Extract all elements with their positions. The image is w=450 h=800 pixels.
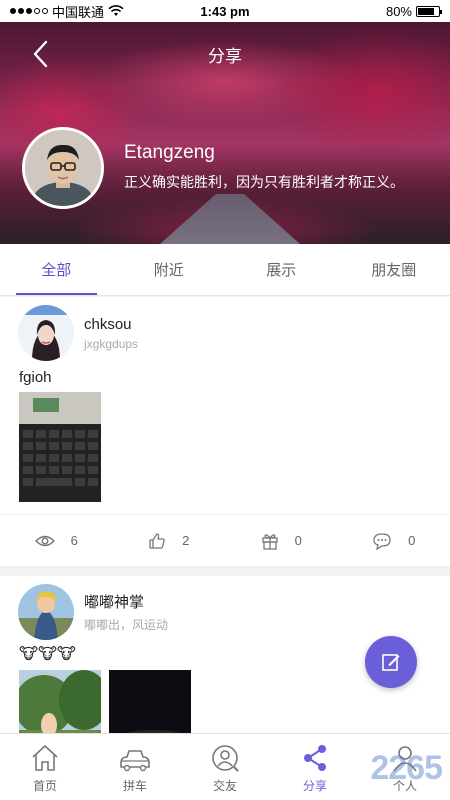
comment-stat[interactable]: 0 <box>338 532 450 550</box>
views-count: 6 <box>70 533 78 548</box>
compose-button[interactable] <box>365 636 417 688</box>
post-image[interactable] <box>19 670 101 733</box>
nav-friends-label: 交友 <box>212 779 237 793</box>
clock: 1:43 pm <box>200 3 250 19</box>
carrier-group: 中国联通 <box>10 2 124 21</box>
friend-search-icon <box>212 745 239 772</box>
wifi-icon <box>108 5 124 16</box>
post-card[interactable]: chksou jxgkgdups fgioh 6 2 0 0 <box>0 297 450 566</box>
author-avatar[interactable] <box>18 584 74 640</box>
gift-icon <box>261 533 278 550</box>
tab-moments[interactable]: 朋友圈 <box>338 244 450 295</box>
profile-motto: 正义确实能胜利，因为只有胜利者才称正义。 <box>124 174 404 190</box>
author-subtitle: jxgkgdups <box>84 336 139 351</box>
carrier-label: 中国联通 <box>52 4 105 20</box>
likes-count: 2 <box>182 533 190 548</box>
profile-name: Etangzeng <box>124 142 215 163</box>
post-images <box>0 386 450 514</box>
status-bar: 中国联通 1:43 pm 80% <box>0 0 450 22</box>
battery-percent: 80% <box>385 3 412 19</box>
author-subtitle: 嘟嘟出，风运动 <box>84 618 169 632</box>
gifts-count: 0 <box>294 533 302 548</box>
nav-friends[interactable]: 交友 <box>180 734 270 800</box>
eye-icon <box>34 535 55 546</box>
home-icon <box>32 744 58 771</box>
nav-carpool[interactable]: 拼车 <box>90 734 180 800</box>
views-stat[interactable]: 6 <box>0 533 113 548</box>
author-avatar[interactable] <box>18 305 74 361</box>
profile-avatar[interactable] <box>22 127 104 209</box>
like-stat[interactable]: 2 <box>113 532 226 550</box>
thumbs-up-icon <box>149 532 165 549</box>
page-title: 分享 <box>208 47 242 66</box>
post-image[interactable] <box>109 670 191 733</box>
post-image[interactable] <box>19 392 101 502</box>
author-name[interactable]: chksou <box>84 316 138 333</box>
nav-share[interactable]: 分享 <box>270 734 360 800</box>
tab-nearby[interactable]: 附近 <box>113 244 226 295</box>
tab-all[interactable]: 全部 <box>0 244 113 295</box>
signal-icon <box>10 8 48 14</box>
nav-share-label: 分享 <box>302 779 327 793</box>
post-text: fgioh <box>19 369 52 386</box>
nav-carpool-label: 拼车 <box>122 779 147 793</box>
gift-stat[interactable]: 0 <box>225 532 338 550</box>
bottom-nav: 首页 拼车 交友 分享 个人 2265 <box>0 733 450 800</box>
watermark: 2265 <box>370 749 443 787</box>
filter-tabs: 全部 附近 展示 朋友圈 <box>0 244 450 296</box>
car-icon <box>120 750 150 772</box>
comment-icon <box>373 532 391 550</box>
battery-icon <box>416 5 442 17</box>
author-name[interactable]: 嘟嘟神掌 <box>84 591 168 612</box>
tab-showcase[interactable]: 展示 <box>225 244 338 295</box>
post-stats: 6 2 0 0 <box>0 514 450 566</box>
nav-home-label: 首页 <box>32 779 57 793</box>
nav-home[interactable]: 首页 <box>0 734 90 800</box>
profile-banner: 分享 Etangzeng 正义确实能胜利，因为只有胜利者才称正义。 <box>0 22 450 244</box>
share-icon <box>304 745 326 771</box>
edit-icon <box>382 654 400 671</box>
comments-count: 0 <box>408 533 416 548</box>
battery-group: 80% <box>385 3 442 19</box>
